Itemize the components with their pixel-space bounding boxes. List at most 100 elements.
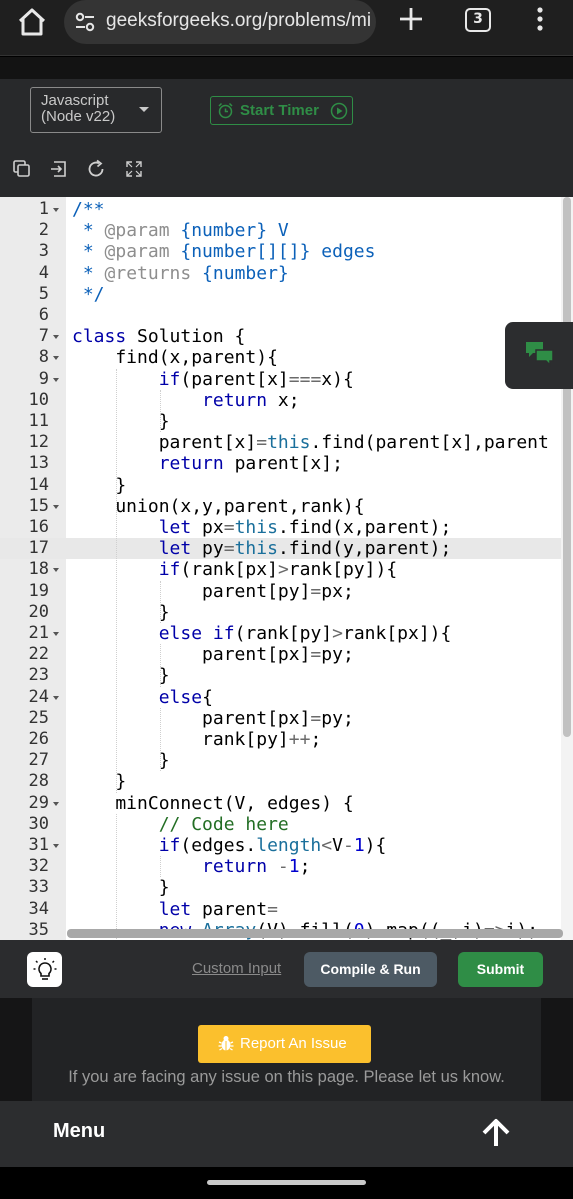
- code-line[interactable]: 7 class Solution {: [0, 326, 573, 347]
- code-text: if(rank[px]>rank[py]){: [158, 559, 398, 581]
- import-icon[interactable]: [50, 159, 70, 179]
- code-line[interactable]: 6: [0, 305, 573, 326]
- fold-toggle-icon[interactable]: [53, 335, 59, 340]
- fold-toggle-icon[interactable]: [53, 801, 59, 806]
- chat-button[interactable]: [505, 322, 573, 389]
- code-line[interactable]: 2 * @param {number} V: [0, 220, 573, 241]
- code-line[interactable]: 15 union(x,y,parent,rank){: [0, 496, 573, 517]
- indent-guide: [160, 856, 161, 878]
- home-button[interactable]: [12, 6, 52, 38]
- code-line[interactable]: 17 let py=this.find(y,parent);: [0, 538, 573, 560]
- copy-icon[interactable]: [12, 159, 32, 179]
- code-line[interactable]: 24 else{: [0, 687, 573, 708]
- code-line[interactable]: 13 return parent[x];: [0, 453, 573, 474]
- system-navigation: [0, 1167, 573, 1199]
- vertical-scrollbar[interactable]: [561, 197, 573, 940]
- more-options-button[interactable]: [530, 6, 550, 34]
- code-line[interactable]: 18 if(rank[px]>rank[py]){: [0, 559, 573, 580]
- code-line[interactable]: 20 }: [0, 602, 573, 623]
- code-line[interactable]: 26 rank[py]++;: [0, 729, 573, 750]
- line-number: 1: [38, 199, 49, 219]
- code-line[interactable]: 3 * @param {number[][]} edges: [0, 241, 573, 262]
- code-line[interactable]: 30 // Code here: [0, 814, 573, 835]
- fold-toggle-icon[interactable]: [53, 377, 59, 382]
- code-text: else if(rank[py]>rank[px]){: [158, 623, 452, 644]
- report-note: If you are facing any issue on this page…: [68, 1068, 505, 1086]
- code-line[interactable]: 31 if(edges.length<V-1){: [0, 835, 573, 856]
- fullscreen-icon[interactable]: [124, 159, 144, 179]
- code-line[interactable]: 34 let parent=: [0, 899, 573, 920]
- address-bar[interactable]: geeksforgeeks.org/problems/mi: [64, 0, 376, 44]
- fold-toggle-icon[interactable]: [53, 844, 59, 848]
- horizontal-scrollbar-thumb[interactable]: [67, 929, 563, 938]
- editor-toolbar: Javascript (Node v22) Start Timer: [0, 79, 573, 197]
- line-number: 17: [28, 538, 49, 559]
- code-line[interactable]: 29 minConnect(V, edges) {: [0, 793, 573, 814]
- code-line[interactable]: 28 }: [0, 771, 573, 792]
- report-issue-button[interactable]: Report An Issue: [198, 1025, 371, 1063]
- fold-toggle-icon[interactable]: [53, 356, 59, 361]
- code-line[interactable]: 14 }: [0, 475, 573, 496]
- alarm-clock-icon: [218, 102, 233, 119]
- url-text[interactable]: geeksforgeeks.org/problems/mi: [106, 10, 374, 32]
- code-line[interactable]: 25 parent[px]=py;: [0, 708, 573, 729]
- code-text: parent[x]=this.find(parent[x],parent: [72, 432, 549, 454]
- line-number: 26: [28, 729, 49, 749]
- tab-switcher-icon[interactable]: 3: [465, 8, 491, 32]
- line-number: 6: [38, 305, 49, 325]
- code-line[interactable]: 33 }: [0, 877, 573, 898]
- reset-icon[interactable]: [86, 159, 106, 179]
- language-select[interactable]: Javascript (Node v22): [30, 87, 162, 133]
- code-line[interactable]: 1 /**: [0, 199, 573, 220]
- code-line[interactable]: 32 return -1;: [0, 856, 573, 877]
- code-line[interactable]: 19 parent[py]=px;: [0, 581, 573, 602]
- menu-button[interactable]: Menu: [53, 1120, 105, 1143]
- line-number: 25: [28, 707, 49, 728]
- code-line[interactable]: 21 else if(rank[py]>rank[px]){: [0, 623, 573, 644]
- code-line[interactable]: 23 }: [0, 665, 573, 686]
- code-line[interactable]: 10 return x;: [0, 390, 573, 411]
- chevron-down-icon: [139, 107, 149, 112]
- start-timer-button[interactable]: Start Timer: [210, 96, 353, 125]
- code-line[interactable]: 4 * @returns {number}: [0, 263, 573, 284]
- fold-toggle-icon[interactable]: [53, 568, 59, 573]
- compile-run-button[interactable]: Compile & Run: [304, 952, 437, 987]
- line-number: 4: [38, 262, 49, 283]
- submit-button[interactable]: Submit: [458, 952, 543, 987]
- new-tab-button[interactable]: [396, 4, 426, 34]
- indent-guide: [160, 707, 161, 772]
- report-issue-label: Report An Issue: [240, 1035, 347, 1052]
- code-line[interactable]: 16 let px=this.find(x,parent);: [0, 517, 573, 538]
- code-text: find(x,parent){: [72, 347, 278, 369]
- custom-input-link[interactable]: Custom Input: [192, 960, 281, 977]
- chat-icon: [526, 342, 554, 367]
- code-line[interactable]: 8 find(x,parent){: [0, 347, 573, 368]
- play-circle-icon: [330, 102, 348, 120]
- line-number: 23: [28, 665, 49, 686]
- line-number: 12: [28, 432, 49, 453]
- vertical-scrollbar-thumb[interactable]: [563, 197, 571, 737]
- fold-toggle-icon[interactable]: [53, 632, 59, 636]
- code-text: }: [72, 750, 170, 772]
- hint-button[interactable]: [27, 952, 62, 987]
- code-text: * @returns {number}: [72, 262, 289, 284]
- arrow-up-icon[interactable]: [480, 1117, 512, 1149]
- fold-toggle-icon[interactable]: [53, 504, 59, 509]
- site-settings-icon[interactable]: [74, 11, 96, 33]
- code-line[interactable]: 27 }: [0, 750, 573, 771]
- line-number: 5: [38, 283, 49, 304]
- code-text: if(parent[x]===x){: [158, 368, 354, 390]
- fold-toggle-icon[interactable]: [53, 695, 59, 700]
- line-number: 10: [28, 389, 49, 410]
- code-line[interactable]: 22 parent[px]=py;: [0, 644, 573, 665]
- fold-toggle-icon[interactable]: [53, 208, 59, 212]
- line-number: 21: [28, 623, 49, 643]
- gesture-handle[interactable]: [207, 1180, 366, 1185]
- code-line[interactable]: 11 }: [0, 411, 573, 432]
- line-number: 29: [28, 792, 49, 813]
- code-line[interactable]: 9 if(parent[x]===x){: [0, 369, 573, 390]
- line-number: 32: [28, 856, 49, 877]
- code-editor[interactable]: 1/** 2 * @param {number} V3 * @param {num…: [0, 197, 573, 940]
- code-line[interactable]: 12 parent[x]=this.find(parent[x],parent: [0, 432, 573, 453]
- code-line[interactable]: 5 */: [0, 284, 573, 305]
